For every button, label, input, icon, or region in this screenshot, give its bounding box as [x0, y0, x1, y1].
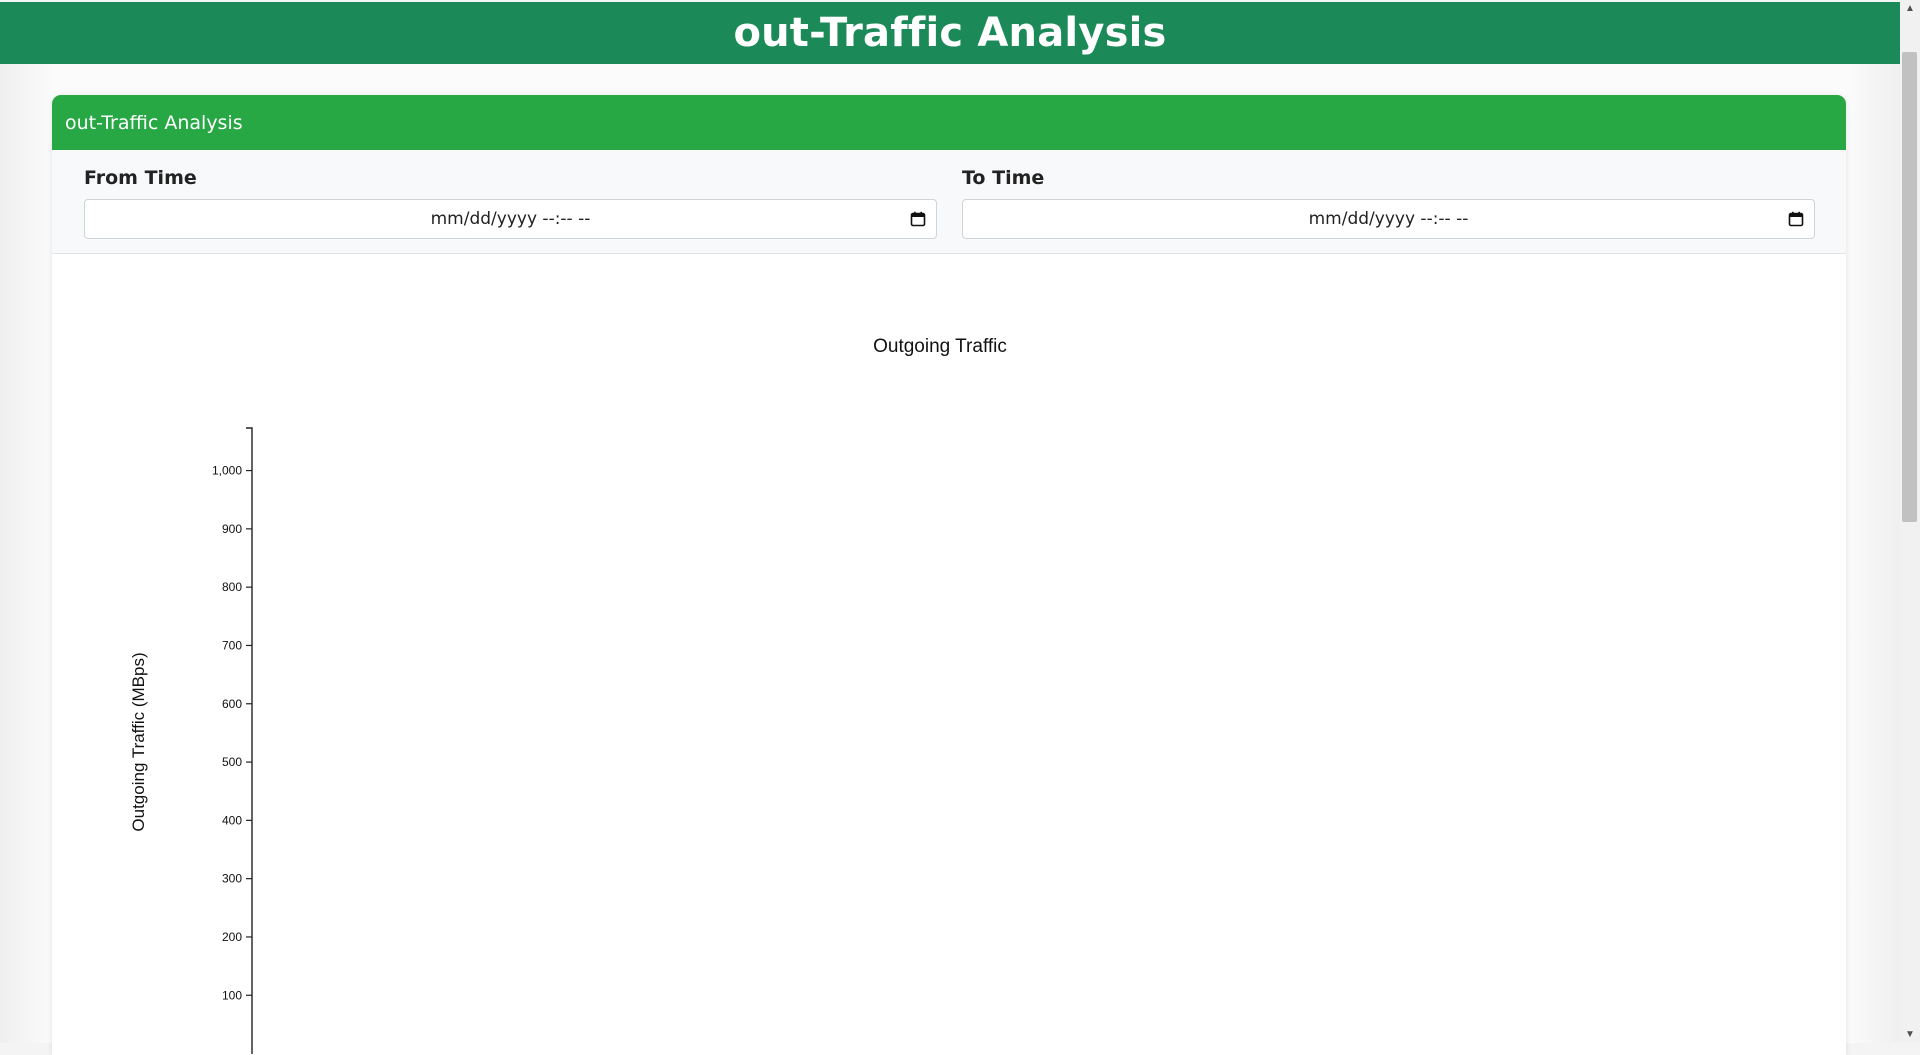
- y-axis-tick-label: 1,000: [212, 464, 242, 478]
- scroll-thumb[interactable]: [1902, 52, 1917, 522]
- y-axis-tick-label: 100: [222, 988, 242, 1002]
- traffic-chart: Outgoing Traffic Outgoing Traffic (MBps)…: [129, 336, 1007, 1054]
- y-axis-tick-label: 700: [222, 638, 242, 652]
- y-axis-tick-label: 400: [222, 813, 242, 827]
- analysis-card: out-Traffic Analysis From Time mm/dd/yyy…: [52, 95, 1846, 1055]
- scroll-down-arrow-icon[interactable]: ▼: [1900, 1026, 1920, 1043]
- card-header: out-Traffic Analysis: [52, 95, 1846, 150]
- time-filters: From Time mm/dd/yyyy --:-- -- To Time mm…: [52, 150, 1846, 254]
- to-time-label: To Time: [962, 167, 1045, 189]
- scroll-up-arrow-icon[interactable]: ▲: [1900, 0, 1920, 17]
- page-scrollbar[interactable]: ▲ ▼: [1900, 0, 1920, 1043]
- y-axis-tick-label: 300: [222, 872, 242, 886]
- to-time-filter: To Time mm/dd/yyyy --:-- --: [962, 167, 1815, 239]
- chart-area: Outgoing Traffic Outgoing Traffic (MBps)…: [52, 254, 1846, 1054]
- to-time-input[interactable]: mm/dd/yyyy --:-- --: [962, 199, 1815, 239]
- y-axis-tick-label: 600: [222, 697, 242, 711]
- page-header: out-Traffic Analysis: [0, 2, 1900, 64]
- y-axis: 100 200 300 400 500 600 700 800 900 1,000: [212, 427, 253, 1054]
- page-title: out-Traffic Analysis: [733, 10, 1167, 56]
- main-content: out-Traffic Analysis From Time mm/dd/yyy…: [0, 64, 1900, 1055]
- y-axis-label: Outgoing Traffic (MBps): [129, 652, 148, 831]
- chart-title: Outgoing Traffic: [873, 336, 1007, 357]
- y-axis-tick-label: 800: [222, 580, 242, 594]
- to-time-value: mm/dd/yyyy --:-- --: [1308, 209, 1469, 229]
- from-time-input[interactable]: mm/dd/yyyy --:-- --: [84, 199, 937, 239]
- calendar-icon[interactable]: [1788, 211, 1804, 227]
- y-axis-tick-label: 500: [222, 755, 242, 769]
- y-axis-line: [246, 427, 253, 1054]
- from-time-value: mm/dd/yyyy --:-- --: [430, 209, 591, 229]
- y-axis-tick-label: 200: [222, 930, 242, 944]
- y-axis-tick-label: 900: [222, 522, 242, 536]
- from-time-filter: From Time mm/dd/yyyy --:-- --: [84, 167, 937, 239]
- from-time-label: From Time: [84, 167, 197, 189]
- calendar-icon[interactable]: [910, 211, 926, 227]
